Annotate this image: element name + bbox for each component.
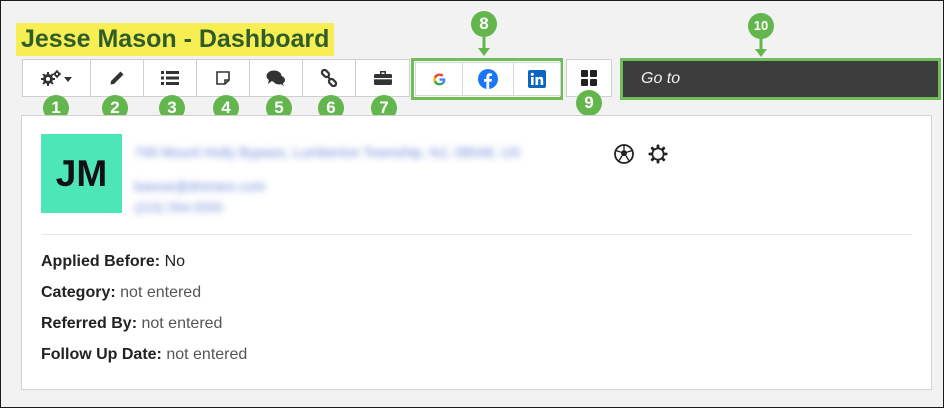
follow-up-date-row: Follow Up Date: not entered — [41, 346, 247, 364]
callout-badge: 9 — [576, 90, 602, 116]
facebook-button[interactable] — [462, 62, 514, 96]
address-link[interactable]: 749 Mount Holly Bypass, Lumberton Townsh… — [134, 144, 521, 160]
briefcase-button[interactable] — [355, 59, 410, 97]
category-row: Category: not entered — [41, 284, 201, 302]
callout-pointer — [755, 38, 767, 57]
google-search-button[interactable] — [415, 62, 463, 96]
goto-input[interactable]: Go to — [620, 58, 941, 100]
profile-card: JM 749 Mount Holly Bypass, Lumberton Tow… — [21, 115, 932, 390]
comments-button[interactable] — [249, 59, 303, 97]
gears-caret-icon — [40, 70, 74, 86]
referred-by-row: Referred By: not entered — [41, 315, 222, 333]
link-button[interactable] — [302, 59, 356, 97]
google-icon — [432, 73, 446, 86]
chain-link-icon — [320, 69, 338, 87]
field-label: Applied Before: — [41, 253, 161, 270]
field-label: Follow Up Date: — [41, 346, 162, 363]
settings-dropdown-button[interactable] — [22, 59, 91, 97]
field-value: not entered — [141, 315, 223, 332]
callout-badge: 10 — [748, 13, 774, 39]
field-value: No — [164, 253, 186, 270]
edit-button[interactable] — [90, 59, 144, 97]
chat-bubbles-icon — [266, 70, 286, 86]
phone-text: (215) 554-5555 — [134, 200, 223, 215]
email-link[interactable]: lsavoe@dnmars.com — [134, 178, 266, 194]
linkedin-button[interactable] — [513, 62, 561, 96]
avatar: JM — [41, 134, 122, 213]
divider — [41, 234, 912, 235]
field-label: Category: — [41, 284, 116, 301]
pencil-icon — [109, 70, 125, 86]
list-icon — [161, 71, 179, 85]
note-icon — [215, 70, 231, 86]
linkedin-icon — [528, 70, 546, 88]
callout-badge: 8 — [471, 11, 497, 37]
field-value: not entered — [166, 346, 248, 363]
soccer-ball-icon[interactable] — [614, 144, 634, 169]
applied-before-row: Applied Before: No — [41, 253, 185, 271]
facebook-icon — [478, 69, 498, 89]
briefcase-icon — [373, 70, 392, 86]
note-button[interactable] — [196, 59, 250, 97]
callout-pointer — [478, 37, 490, 56]
social-links-group — [411, 58, 563, 100]
page-title: Jesse Mason - Dashboard — [16, 23, 335, 56]
grid-icon — [581, 70, 597, 86]
list-button[interactable] — [143, 59, 197, 97]
gear-icon[interactable] — [648, 144, 668, 169]
field-value: not entered — [120, 284, 202, 301]
field-label: Referred By: — [41, 315, 138, 332]
